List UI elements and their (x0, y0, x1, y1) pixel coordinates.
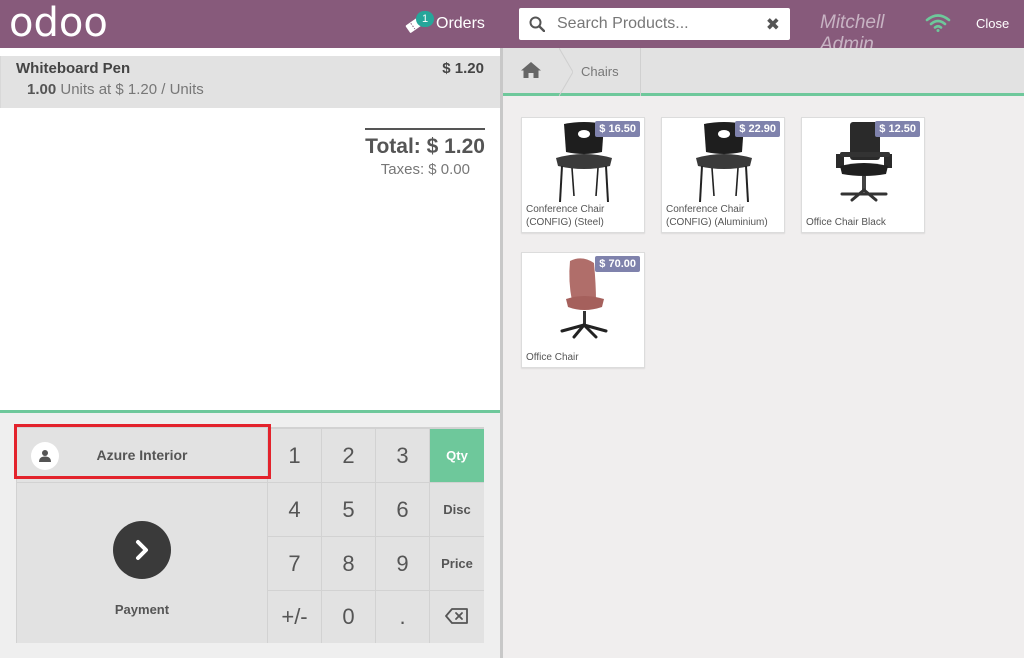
numpad-key-7[interactable]: 7 (267, 536, 321, 590)
numpad-key-dot[interactable]: . (375, 590, 429, 643)
order-total: Total: $ 1.20 (365, 135, 485, 158)
control-panel: Azure Interior Payment 1 2 3 Qty 4 5 6 D… (0, 410, 500, 658)
numpad-key-2[interactable]: 2 (321, 428, 375, 482)
order-taxes: Taxes: $ 0.00 (380, 161, 470, 178)
numpad-key-8[interactable]: 8 (321, 536, 375, 590)
search-icon (529, 16, 546, 33)
search-box: ✖ (519, 8, 790, 40)
product-card[interactable]: $ 70.00 Office Chair (521, 252, 645, 368)
breadcrumb-chairs[interactable]: Chairs (581, 48, 641, 96)
order-line-product-name: Whiteboard Pen (16, 60, 131, 77)
product-card[interactable]: $ 22.90 Conference Chair (CONFIG) (Alumi… (661, 117, 785, 233)
numpad-key-3[interactable]: 3 (375, 428, 429, 482)
category-breadcrumb: Chairs (503, 48, 1024, 96)
product-price-tag: $ 70.00 (595, 256, 640, 272)
odoo-logo: odoo (9, 0, 108, 46)
numpad-key-0[interactable]: 0 (321, 590, 375, 643)
order-line[interactable]: Whiteboard Pen $ 1.20 1.00 Units at $ 1.… (0, 56, 500, 108)
home-category-button[interactable] (503, 48, 559, 96)
numpad-key-4[interactable]: 4 (267, 482, 321, 536)
backspace-icon (445, 604, 469, 630)
numpad-key-9[interactable]: 9 (375, 536, 429, 590)
customer-name: Azure Interior (96, 447, 188, 463)
numpad: 1 2 3 Qty 4 5 6 Disc 7 8 9 Price +/- 0 . (267, 428, 484, 643)
top-header: odoo 1 Orders ✖ Mitchell Admin (0, 0, 1024, 48)
mode-disc-button[interactable]: Disc (429, 482, 484, 536)
breadcrumb-end-divider (640, 48, 641, 96)
product-price-tag: $ 12.50 (875, 121, 920, 137)
product-name: Conference Chair (CONFIG) (Steel) (526, 204, 605, 228)
clear-search-icon[interactable]: ✖ (766, 15, 780, 35)
user-avatar-icon (31, 442, 59, 470)
orders-count-badge: 1 (416, 11, 434, 27)
mode-qty-button[interactable]: Qty (429, 428, 484, 482)
chevron-right-icon (113, 521, 171, 579)
summary-divider (365, 128, 485, 130)
payment-button[interactable]: Payment (17, 482, 267, 643)
numpad-key-plus-minus[interactable]: +/- (267, 590, 321, 643)
breadcrumb-separator-icon (559, 48, 573, 96)
backspace-button[interactable] (429, 590, 484, 643)
payment-label: Payment (114, 602, 170, 617)
numpad-key-1[interactable]: 1 (267, 428, 321, 482)
orders-button[interactable]: 1 Orders (404, 10, 485, 38)
product-name: Office Chair (526, 352, 579, 363)
order-line-qty: 1.00 (27, 81, 57, 98)
product-price-tag: $ 16.50 (595, 121, 640, 137)
ticket-icon: 1 (404, 11, 434, 35)
products-panel: Chairs $ 16.50 Conference Chair (CONFIG)… (503, 48, 1024, 658)
product-card[interactable]: $ 12.50 Office Chair Black (801, 117, 925, 233)
home-icon (520, 61, 542, 84)
wifi-icon[interactable] (925, 14, 951, 32)
order-line-unit-info: Units at $ 1.20 / Units (60, 81, 204, 98)
close-button[interactable]: Close (976, 16, 1009, 31)
search-input[interactable] (557, 15, 757, 33)
product-price-tag: $ 22.90 (735, 121, 780, 137)
order-line-price: $ 1.20 (442, 60, 484, 77)
product-name: Conference Chair (CONFIG) (Aluminium) (666, 204, 768, 228)
customer-button[interactable]: Azure Interior (17, 428, 267, 482)
numpad-key-5[interactable]: 5 (321, 482, 375, 536)
orders-label: Orders (436, 15, 485, 32)
numpad-key-6[interactable]: 6 (375, 482, 429, 536)
controls-grid: Azure Interior Payment 1 2 3 Qty 4 5 6 D… (16, 427, 484, 643)
order-line-quantity-info: 1.00 Units at $ 1.20 / Units (27, 81, 204, 98)
user-name[interactable]: Mitchell Admin (820, 12, 900, 48)
product-name: Office Chair Black (806, 217, 886, 228)
product-card[interactable]: $ 16.50 Conference Chair (CONFIG) (Steel… (521, 117, 645, 233)
mode-price-button[interactable]: Price (429, 536, 484, 590)
